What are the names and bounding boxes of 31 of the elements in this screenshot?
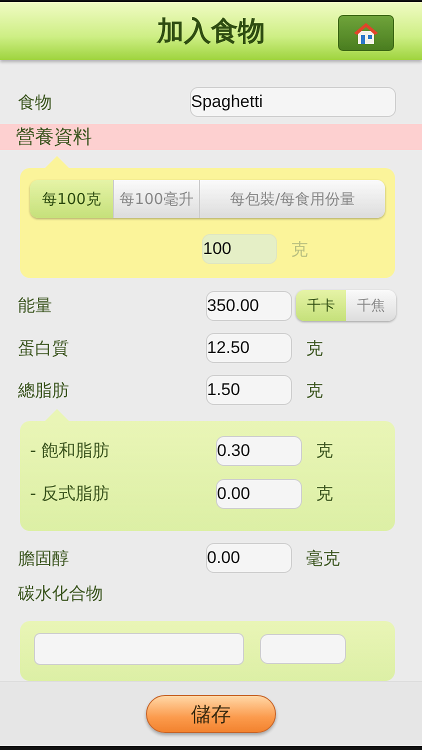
nutrient-label: 能量 [18,295,53,317]
nutrient-label: 蛋白質 [18,338,70,360]
screen-title: 加入食物 [157,15,265,49]
unit-label: 毫克 [306,548,340,570]
nutrient-label: 碳水化合物 [18,582,104,604]
home-button[interactable] [338,15,394,51]
nutrient-field[interactable]: 0.30 [216,436,302,466]
amount-field[interactable]: 100 [202,234,277,264]
nutrient-label: - 飽和脂肪 [30,440,111,462]
save-button[interactable]: 儲存 [146,695,276,733]
unit-toggle[interactable]: 千卡 [296,290,346,321]
nutrient-field[interactable]: 0.00 [216,478,302,508]
nutrient-field[interactable]: 0.00 [206,543,292,573]
unit-label: 克 [306,380,323,402]
unit-label: 克 [306,338,323,360]
nutrient-field[interactable]: 350.00 [206,290,292,320]
unit-label: 克 [316,440,333,462]
nutrient-field[interactable]: 12.50 [206,333,292,363]
food-name-field[interactable]: Spaghetti [190,87,396,117]
nutrient-label: - 反式脂肪 [30,483,111,505]
nutrient-field[interactable]: 1.50 [206,375,292,405]
dropdown-field[interactable] [34,632,244,664]
nutrient-field[interactable] [260,634,346,664]
unit-label: 克 [316,483,333,505]
basis-tab[interactable]: 每100克 [30,180,114,218]
nutrient-label: 總脂肪 [18,380,70,402]
section-title: 營養資料 [16,125,92,150]
nutrient-label: 膽固醇 [18,548,70,570]
house-icon [353,21,379,45]
unit-label: 克 [291,238,308,260]
field-label: 食物 [18,92,53,114]
